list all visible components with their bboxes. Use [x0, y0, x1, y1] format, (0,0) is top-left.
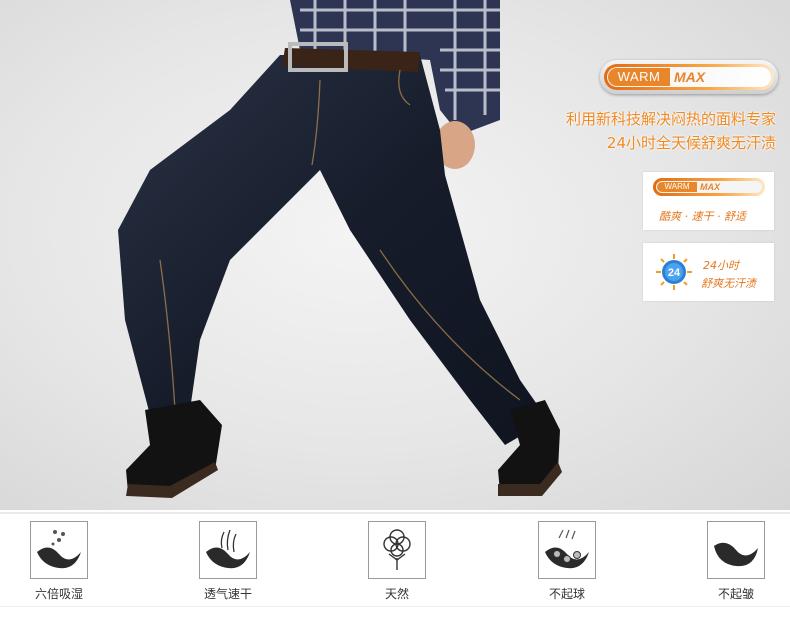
- feature-label: 不起皱: [717, 587, 754, 601]
- sun-number: 24: [668, 267, 681, 279]
- feature-moisture: 六倍吸湿: [9, 521, 109, 602]
- slogan-line-1: 利用新科技解决闷热的面料专家: [565, 110, 776, 128]
- feature-anti-pilling: 不起球: [517, 521, 617, 602]
- anti-pilling-icon: [538, 521, 596, 579]
- hero-banner: WARM MAX 利用新科技解决闷热的面料专家 24小时全天候舒爽无汗渍 WAR…: [0, 0, 790, 510]
- card-24h-line2: 舒爽无汗渍: [701, 277, 756, 290]
- jeans-model-photo: [118, 0, 562, 498]
- feature-label: 不起球: [548, 587, 585, 601]
- badge-max-text: MAX: [674, 69, 706, 85]
- bottom-divider: [0, 606, 790, 607]
- mini-warm-max-badge: WARM MAX: [653, 178, 765, 196]
- feature-breathable: 透气速干: [178, 521, 278, 602]
- feature-natural: 天然: [347, 521, 447, 602]
- feature-label: 六倍吸湿: [34, 587, 83, 601]
- mini-badge-max-text: MAX: [700, 182, 720, 192]
- moisture-absorb-icon: [30, 521, 88, 579]
- warm-max-card: WARM MAX 酷爽 · 速干 · 舒适: [643, 172, 774, 230]
- feature-anti-wrinkle: 不起皱: [686, 521, 786, 602]
- card-features-text: 酷爽 · 速干 · 舒适: [659, 210, 746, 223]
- mini-badge-warm-text: WARM: [657, 182, 697, 192]
- feature-label: 透气速干: [203, 587, 252, 601]
- 24-hour-card: 24 24小时 舒爽无汗渍: [643, 243, 774, 301]
- divider: [0, 512, 790, 514]
- sun-24-icon: 24: [656, 254, 692, 290]
- card-24h-line1: 24小时: [703, 259, 739, 272]
- feature-label: 天然: [384, 587, 409, 601]
- anti-wrinkle-icon: [707, 521, 765, 579]
- warm-max-badge: WARM MAX: [600, 60, 778, 94]
- breathable-dry-icon: [199, 521, 257, 579]
- slogan-line-2: 24小时全天候舒爽无汗渍: [606, 134, 776, 152]
- badge-warm-text: WARM: [608, 68, 670, 86]
- cotton-flower-icon: [368, 521, 426, 579]
